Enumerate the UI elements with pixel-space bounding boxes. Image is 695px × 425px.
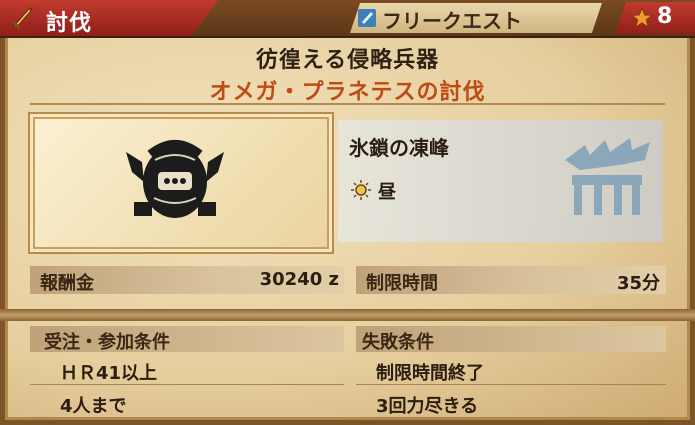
row-separator (30, 384, 344, 385)
quest-rank-value: 8 (657, 4, 673, 29)
quest-objective: オメガ・プラネテスの討伐 (209, 80, 486, 105)
omega-planetes-icon (126, 140, 224, 218)
quest-category-label: フリークエスト (382, 9, 522, 33)
free-quest-book-icon (358, 9, 376, 27)
row-separator (30, 417, 344, 418)
reward-label: 報酬金 (40, 273, 94, 294)
requirement-item: ＨＲ41以上 (60, 363, 158, 384)
row-separator (356, 417, 666, 418)
locale-emblem-icon (565, 138, 650, 215)
sword-icon (11, 6, 34, 29)
reward-value: 30240 z (259, 269, 339, 290)
quest-type-label: 討伐 (46, 11, 93, 36)
star-icon (631, 7, 653, 29)
fail-conditions-label: 失敗条件 (362, 332, 434, 353)
title-divider (30, 103, 665, 105)
row-separator (356, 384, 666, 385)
time-of-day: 昼 (378, 182, 396, 203)
requirements-label: 受注・参加条件 (44, 332, 170, 353)
quest-rank-tab (615, 2, 695, 34)
locale-name: 氷鎖の凍峰 (349, 136, 449, 160)
time-limit-value: 35分 (616, 273, 660, 294)
fail-condition-item: 制限時間終了 (376, 363, 484, 384)
requirement-item: 4人まで (60, 396, 127, 417)
fail-condition-item: 3回力尽きる (376, 396, 479, 417)
quest-title: 彷徨える侵略兵器 (255, 48, 440, 73)
time-limit-label: 制限時間 (366, 273, 438, 294)
section-divider (0, 309, 695, 321)
sun-icon (351, 180, 371, 200)
